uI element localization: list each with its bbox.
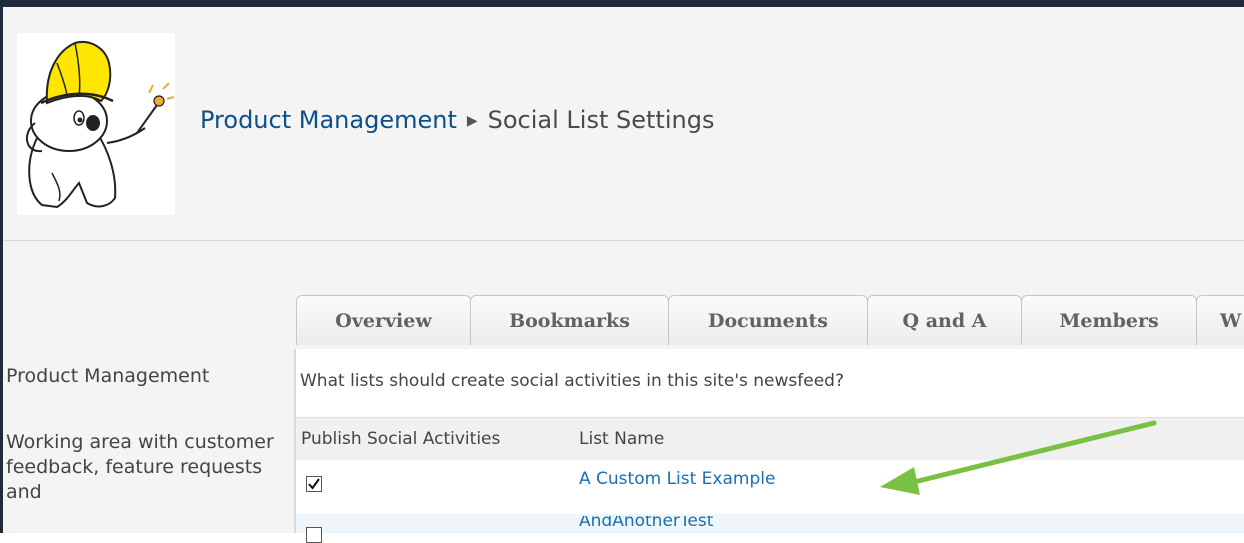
breadcrumb-site-link[interactable]: Product Management (200, 106, 457, 134)
checkmark-icon (308, 478, 320, 490)
site-logo[interactable] (17, 33, 175, 215)
tab-more[interactable]: W (1196, 295, 1244, 345)
top-bar (0, 0, 1244, 7)
breadcrumb: Product Management ▶ Social List Settings (200, 106, 714, 134)
page-title: Social List Settings (487, 106, 715, 134)
tab-overview[interactable]: Overview (296, 295, 471, 345)
annotation-arrow-icon (880, 420, 1157, 495)
column-list-name[interactable]: List Name (579, 429, 664, 449)
list-name-link-row-2[interactable]: AndAnotherTest (579, 516, 713, 530)
tab-q-and-a[interactable]: Q and A (867, 295, 1022, 345)
column-publish-social-activities[interactable]: Publish Social Activities (301, 429, 500, 449)
tab-bookmarks[interactable]: Bookmarks (470, 295, 669, 345)
settings-question: What lists should create social activiti… (300, 371, 844, 391)
list-name-link-row-1[interactable]: A Custom List Example (579, 469, 775, 489)
table-row (296, 514, 1244, 533)
publish-checkbox-row-2[interactable] (306, 527, 322, 543)
tab-documents[interactable]: Documents (668, 295, 868, 345)
nav-site-title[interactable]: Product Management (6, 365, 209, 387)
list-name-row-2-text: AndAnotherTest (579, 516, 714, 530)
publish-checkbox-row-1[interactable] (306, 476, 322, 492)
nav-site-description: Working area with customer feedback, fea… (6, 431, 274, 503)
breadcrumb-separator-icon: ▶ (466, 113, 478, 129)
tab-members[interactable]: Members (1021, 295, 1197, 345)
